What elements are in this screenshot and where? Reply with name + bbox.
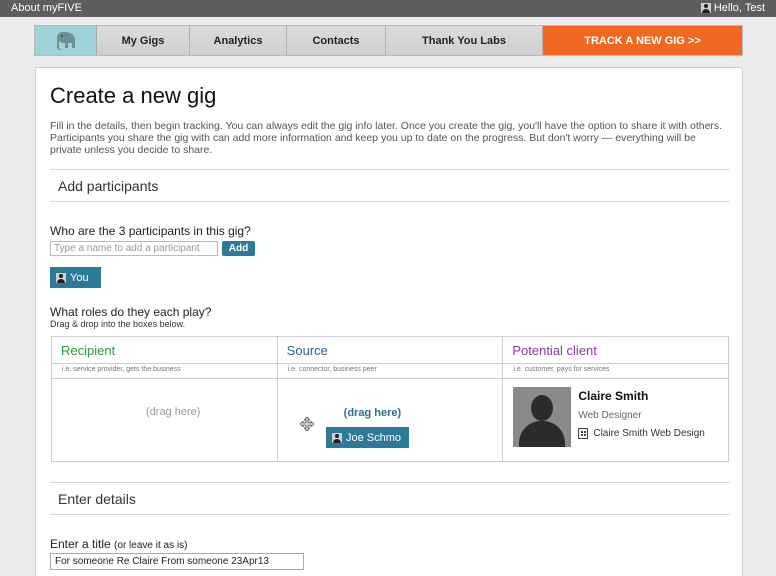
title-label-hint: (or leave it as is) (114, 540, 188, 551)
participant-name-input[interactable] (50, 241, 218, 256)
gig-title-input[interactable] (50, 553, 304, 570)
title-label: Enter a title (or leave it as is) (50, 537, 187, 551)
track-new-gig-button[interactable]: TRACK A NEW GIG >> (543, 26, 742, 55)
roles-question: What roles do they each play? (50, 305, 212, 319)
add-participant-button[interactable]: Add (222, 241, 255, 256)
building-icon (578, 428, 589, 439)
title-label-text: Enter a title (50, 537, 111, 551)
section-enter-details: Enter details (50, 482, 730, 515)
tab-contacts[interactable]: Contacts (287, 26, 386, 55)
company-name: Claire Smith Web Design (593, 428, 705, 439)
tab-analytics[interactable]: Analytics (190, 26, 287, 55)
avatar (513, 387, 572, 447)
about-link[interactable]: About myFIVE (11, 2, 82, 14)
user-icon (332, 432, 342, 443)
home-logo[interactable] (35, 26, 97, 55)
role-description: i.e. connector, business peer (277, 364, 503, 379)
roles-hint: Drag & drop into the boxes below. (50, 319, 186, 329)
client-company: Claire Smith Web Design (578, 428, 705, 439)
participant-chip-joe-schmo[interactable]: Joe Schmo (326, 427, 409, 448)
elephant-icon (56, 31, 75, 50)
participants-question: Who are the 3 participants in this gig? (50, 224, 251, 238)
move-cursor-icon (299, 417, 314, 431)
role-title: Recipient (52, 337, 277, 364)
top-bar: About myFIVE Hello, Test (0, 0, 776, 17)
role-description: i.e. customer, pays for services (503, 364, 729, 379)
participant-chip-you[interactable]: You (50, 267, 101, 288)
greeting-text: Hello, Test (713, 2, 765, 14)
chip-label: Joe Schmo (346, 431, 402, 444)
user-icon (56, 272, 66, 283)
role-title: Source (277, 337, 503, 364)
drop-zone-label: (drag here) (343, 407, 402, 419)
user-greeting[interactable]: Hello, Test (700, 2, 765, 14)
role-column-recipient[interactable]: Recipient i.e. service provider, gets th… (52, 337, 278, 461)
tab-thank-you-labs[interactable]: Thank You Labs (386, 26, 543, 55)
role-description: i.e. service provider, gets the business (52, 364, 277, 379)
drop-zone-label: (drag here) (146, 406, 201, 418)
client-role: Web Designer (578, 410, 642, 421)
main-nav: My Gigs Analytics Contacts Thank You Lab… (34, 25, 743, 56)
tab-my-gigs[interactable]: My Gigs (97, 26, 190, 55)
intro-text: Fill in the details, then begin tracking… (50, 120, 723, 156)
chip-label: You (70, 271, 89, 284)
user-icon (700, 3, 711, 13)
role-column-potential-client[interactable]: Potential client i.e. customer, pays for… (503, 337, 729, 461)
role-title: Potential client (503, 337, 729, 364)
client-name: Claire Smith (578, 389, 649, 403)
create-gig-card: Create a new gig Fill in the details, th… (35, 67, 743, 576)
page-title: Create a new gig (50, 83, 217, 108)
section-add-participants: Add participants (50, 169, 730, 202)
